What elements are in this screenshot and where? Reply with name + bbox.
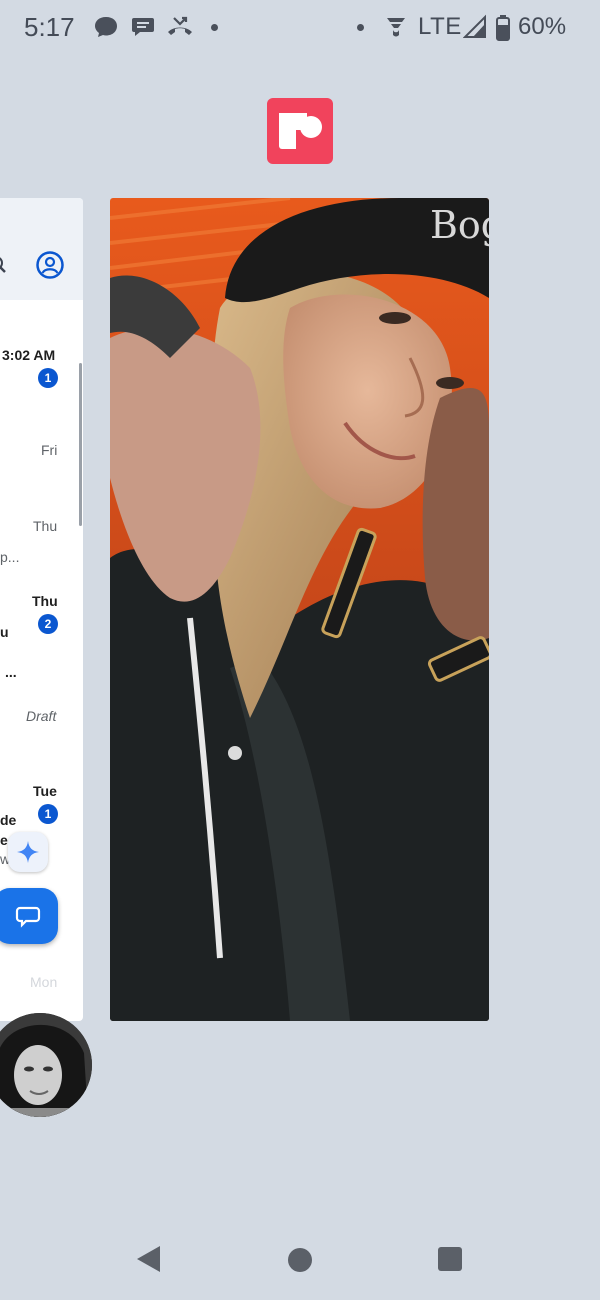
email-date: 3:02 AM [2, 347, 56, 363]
recents-button[interactable] [438, 1247, 462, 1271]
email-date: Fri [41, 442, 58, 458]
unread-badge: 2 [38, 614, 58, 634]
avatar-image [0, 1013, 92, 1117]
unread-badge: 1 [38, 368, 58, 388]
email-date: Draft [26, 708, 57, 724]
email-header [0, 198, 83, 300]
sparkle-button[interactable] [8, 832, 48, 872]
messages-icon [130, 14, 156, 45]
email-snippet: e [0, 832, 8, 848]
home-button[interactable] [288, 1248, 312, 1272]
email-subject: de [0, 812, 17, 828]
search-icon[interactable] [0, 256, 10, 281]
network-type: LTE [418, 13, 462, 40]
app-logo-icon[interactable] [267, 98, 333, 164]
status-time: 5:17 [24, 12, 75, 42]
email-snippet: ... [5, 664, 17, 680]
signal-icon [462, 14, 487, 45]
scrollbar[interactable] [79, 363, 82, 526]
sparkle-icon [17, 841, 39, 863]
notification-dot [211, 24, 218, 31]
email-date: Thu [32, 593, 58, 609]
email-date: Tue [33, 783, 57, 799]
wifi-calling-icon [384, 14, 408, 45]
email-snippet: p... [0, 549, 20, 565]
unread-badge: 1 [38, 804, 58, 824]
compose-icon [15, 906, 41, 928]
hat-text: Bog [430, 203, 489, 247]
chat-icon [93, 14, 119, 45]
chat-bubble-avatar[interactable] [0, 1013, 92, 1117]
missed-call-icon [166, 14, 194, 45]
email-subject: u [0, 624, 9, 640]
notification-dot [357, 24, 364, 31]
email-date: Thu [33, 518, 58, 534]
email-date: Mon [30, 974, 58, 990]
battery-icon [495, 14, 511, 47]
account-icon[interactable] [35, 250, 65, 285]
compose-button[interactable] [0, 888, 58, 944]
recent-app-card-photo[interactable]: Bog [110, 198, 489, 1021]
status-bar: 5:17 LTE 60% [0, 0, 600, 56]
recent-app-card-email[interactable]: 3:02 AM 1 Fri Thu p... Thu 2 u ... Draft… [0, 198, 83, 1021]
photo-image: Bog [110, 198, 489, 1021]
battery-percent: 60% [518, 13, 567, 40]
back-button[interactable] [135, 1244, 161, 1279]
